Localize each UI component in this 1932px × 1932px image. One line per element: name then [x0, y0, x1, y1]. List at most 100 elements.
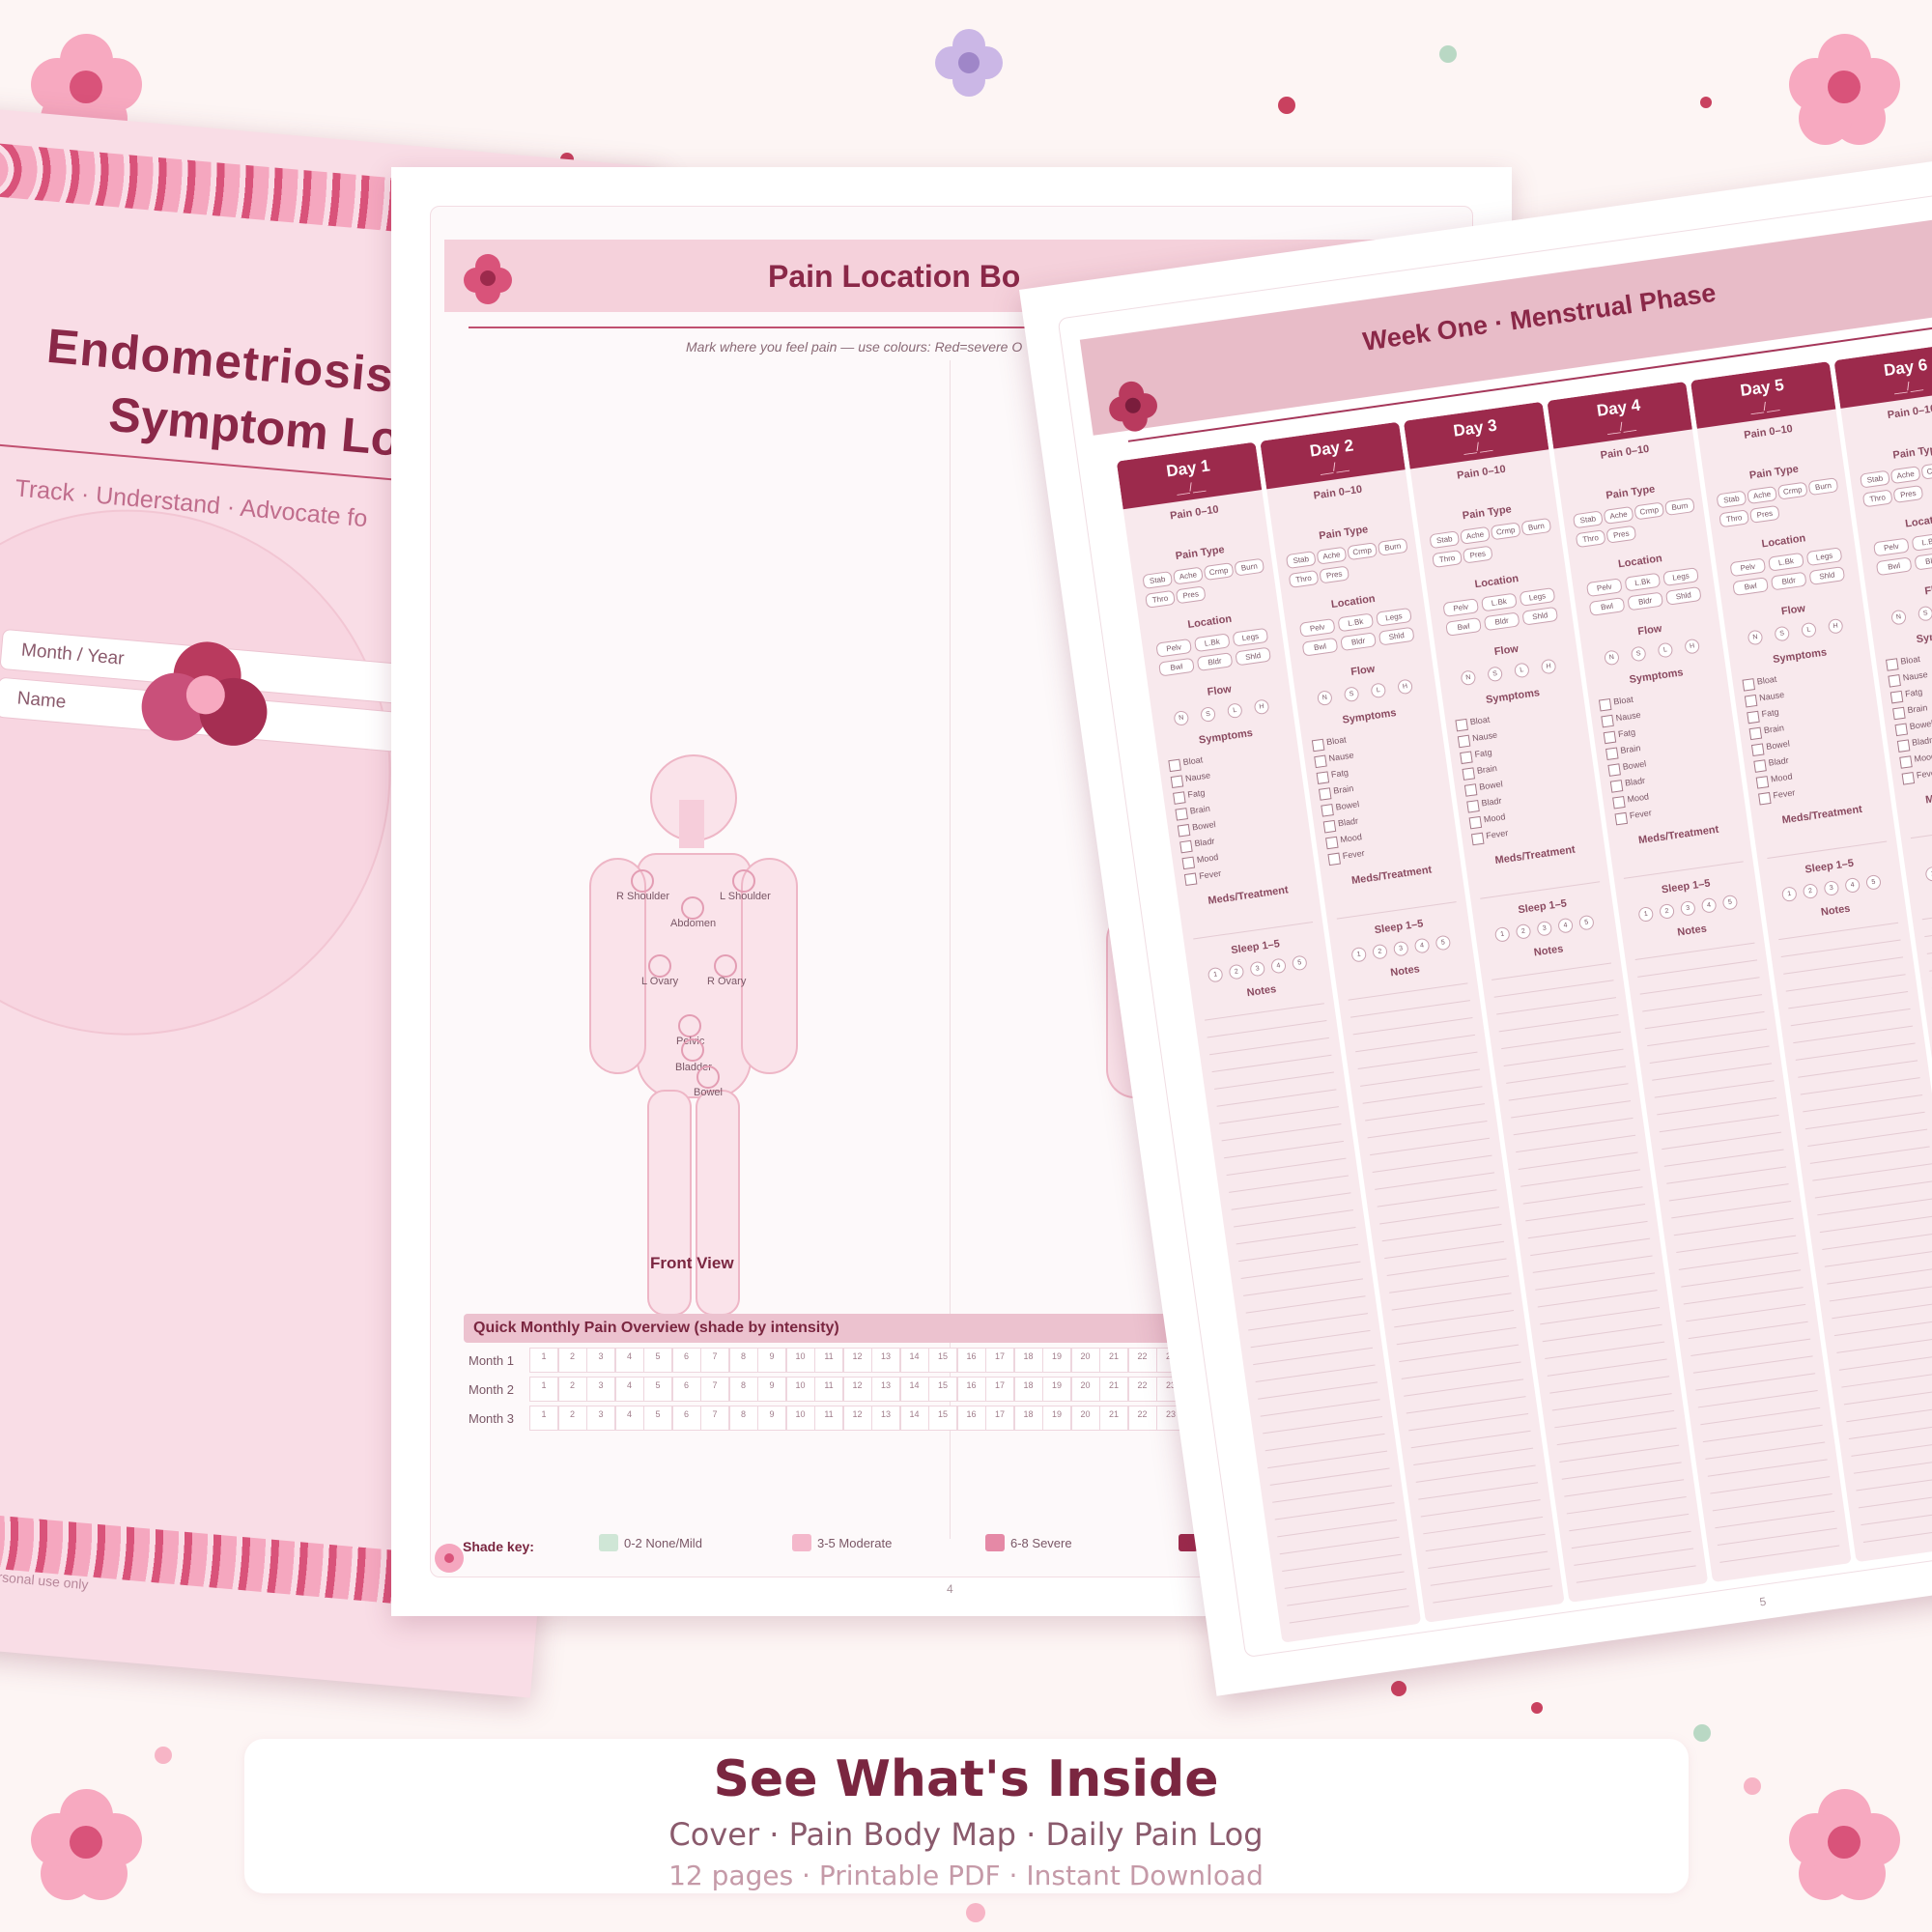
- notes-line[interactable]: [1255, 1364, 1376, 1382]
- notes-line[interactable]: [1211, 1054, 1332, 1073]
- symptom-checkbox[interactable]: [1889, 690, 1904, 704]
- symptom-checkbox[interactable]: [1899, 755, 1913, 769]
- day-cell[interactable]: 9: [757, 1406, 786, 1431]
- notes-line[interactable]: [1547, 1358, 1667, 1377]
- symptom-checkbox[interactable]: [1601, 714, 1614, 728]
- notes-line[interactable]: [1554, 1409, 1675, 1429]
- notes-line[interactable]: [1205, 1003, 1324, 1021]
- notes-line[interactable]: [1683, 1287, 1804, 1305]
- day-cell[interactable]: 20: [1070, 1377, 1100, 1402]
- notes-line[interactable]: [1418, 1482, 1539, 1500]
- location-chip[interactable]: Pelv: [1442, 598, 1480, 617]
- flow-option[interactable]: H: [1253, 698, 1270, 716]
- symptom-checkbox[interactable]: [1170, 775, 1184, 788]
- sleep-option[interactable]: 4: [1270, 957, 1287, 975]
- notes-line[interactable]: [1425, 1533, 1546, 1552]
- flow-option[interactable]: N: [1890, 609, 1908, 626]
- day-cell[interactable]: 10: [785, 1348, 815, 1373]
- day-cell[interactable]: 18: [1013, 1348, 1043, 1373]
- notes-line[interactable]: [1561, 1462, 1682, 1480]
- sleep-option[interactable]: 4: [1700, 896, 1718, 914]
- notes-line[interactable]: [1264, 1433, 1385, 1452]
- pain-type-chip[interactable]: Stab: [1860, 469, 1890, 489]
- symptom-checkbox[interactable]: [1322, 819, 1337, 834]
- notes-line[interactable]: [1700, 1406, 1821, 1426]
- pain-type-chip[interactable]: Pres: [1319, 565, 1350, 584]
- day-cell[interactable]: 7: [700, 1406, 729, 1431]
- location-chip[interactable]: Pelv: [1872, 537, 1910, 557]
- day-cell[interactable]: 22: [1127, 1348, 1157, 1373]
- day-cell[interactable]: 16: [956, 1348, 986, 1373]
- notes-line[interactable]: [1809, 1146, 1930, 1164]
- notes-line[interactable]: [1365, 1103, 1486, 1122]
- notes-line[interactable]: [1408, 1412, 1529, 1432]
- location-chip[interactable]: Shld: [1235, 646, 1272, 667]
- sleep-option[interactable]: 5: [1577, 914, 1595, 931]
- day-cell[interactable]: 21: [1099, 1406, 1128, 1431]
- symptom-checkbox[interactable]: [1460, 751, 1473, 765]
- flow-option[interactable]: S: [1774, 625, 1791, 642]
- notes-line[interactable]: [1372, 1154, 1492, 1173]
- notes-line[interactable]: [1282, 1553, 1403, 1573]
- notes-line[interactable]: [1207, 1020, 1327, 1038]
- notes-line[interactable]: [1662, 1131, 1782, 1151]
- symptom-checkbox[interactable]: [1607, 763, 1621, 777]
- pain-type-chip[interactable]: Pres: [1748, 504, 1780, 524]
- notes-line[interactable]: [1719, 1545, 1840, 1563]
- location-chip[interactable]: Bldr: [1196, 652, 1234, 671]
- day-cell[interactable]: 15: [928, 1348, 957, 1373]
- notes-line[interactable]: [1492, 962, 1612, 980]
- notes-line[interactable]: [1576, 1565, 1696, 1583]
- notes-line[interactable]: [1375, 1172, 1495, 1190]
- symptom-checkbox[interactable]: [1177, 823, 1191, 838]
- location-chip[interactable]: Bldr: [1770, 571, 1807, 591]
- symptom-checkbox[interactable]: [1892, 706, 1906, 721]
- notes-line[interactable]: [1697, 1390, 1818, 1408]
- day-cell[interactable]: 20: [1070, 1348, 1100, 1373]
- notes-line[interactable]: [1367, 1120, 1488, 1139]
- notes-line[interactable]: [1639, 977, 1760, 995]
- flow-option[interactable]: L: [1657, 641, 1674, 659]
- day-cell[interactable]: 18: [1013, 1377, 1043, 1402]
- day-cell[interactable]: 14: [899, 1406, 929, 1431]
- notes-line[interactable]: [1410, 1430, 1531, 1449]
- location-chip[interactable]: Legs: [1519, 587, 1556, 607]
- location-chip[interactable]: Bwl: [1445, 616, 1482, 637]
- day-cell[interactable]: 7: [700, 1377, 729, 1402]
- notes-line[interactable]: [1508, 1083, 1629, 1101]
- notes-line[interactable]: [1924, 919, 1932, 938]
- notes-line[interactable]: [1824, 1249, 1932, 1267]
- notes-line[interactable]: [1238, 1243, 1359, 1263]
- symptom-checkbox[interactable]: [1175, 808, 1188, 821]
- symptom-checkbox[interactable]: [1463, 783, 1478, 797]
- notes-line[interactable]: [1686, 1303, 1806, 1322]
- notes-line[interactable]: [1269, 1467, 1390, 1486]
- symptom-checkbox[interactable]: [1753, 759, 1767, 773]
- day-cell[interactable]: 12: [842, 1406, 872, 1431]
- flow-option[interactable]: L: [1370, 682, 1387, 699]
- day-cell[interactable]: 8: [728, 1406, 758, 1431]
- notes-line[interactable]: [1705, 1441, 1826, 1460]
- pain-type-chip[interactable]: Stab: [1572, 510, 1604, 529]
- notes-line[interactable]: [1793, 1025, 1914, 1044]
- pain-type-chip[interactable]: Ache: [1173, 566, 1204, 585]
- day-cell[interactable]: 11: [814, 1377, 843, 1402]
- location-chip[interactable]: Shld: [1521, 606, 1559, 626]
- flow-option[interactable]: N: [1604, 649, 1620, 667]
- notes-line[interactable]: [1678, 1252, 1799, 1270]
- flow-option[interactable]: S: [1917, 605, 1932, 622]
- sleep-option[interactable]: 3: [1249, 960, 1266, 978]
- notes-line[interactable]: [1386, 1258, 1507, 1276]
- notes-line[interactable]: [1245, 1295, 1366, 1314]
- symptom-checkbox[interactable]: [1901, 772, 1916, 785]
- notes-line[interactable]: [1822, 1232, 1932, 1250]
- notes-line[interactable]: [1413, 1447, 1534, 1466]
- notes-line[interactable]: [1715, 1510, 1835, 1529]
- day-cell[interactable]: 4: [614, 1348, 644, 1373]
- day-cell[interactable]: 11: [814, 1348, 843, 1373]
- symptom-checkbox[interactable]: [1321, 804, 1334, 817]
- notes-line[interactable]: [1681, 1269, 1802, 1288]
- symptom-checkbox[interactable]: [1886, 658, 1899, 671]
- pain-type-chip[interactable]: Stab: [1716, 490, 1747, 509]
- notes-line[interactable]: [1785, 974, 1906, 992]
